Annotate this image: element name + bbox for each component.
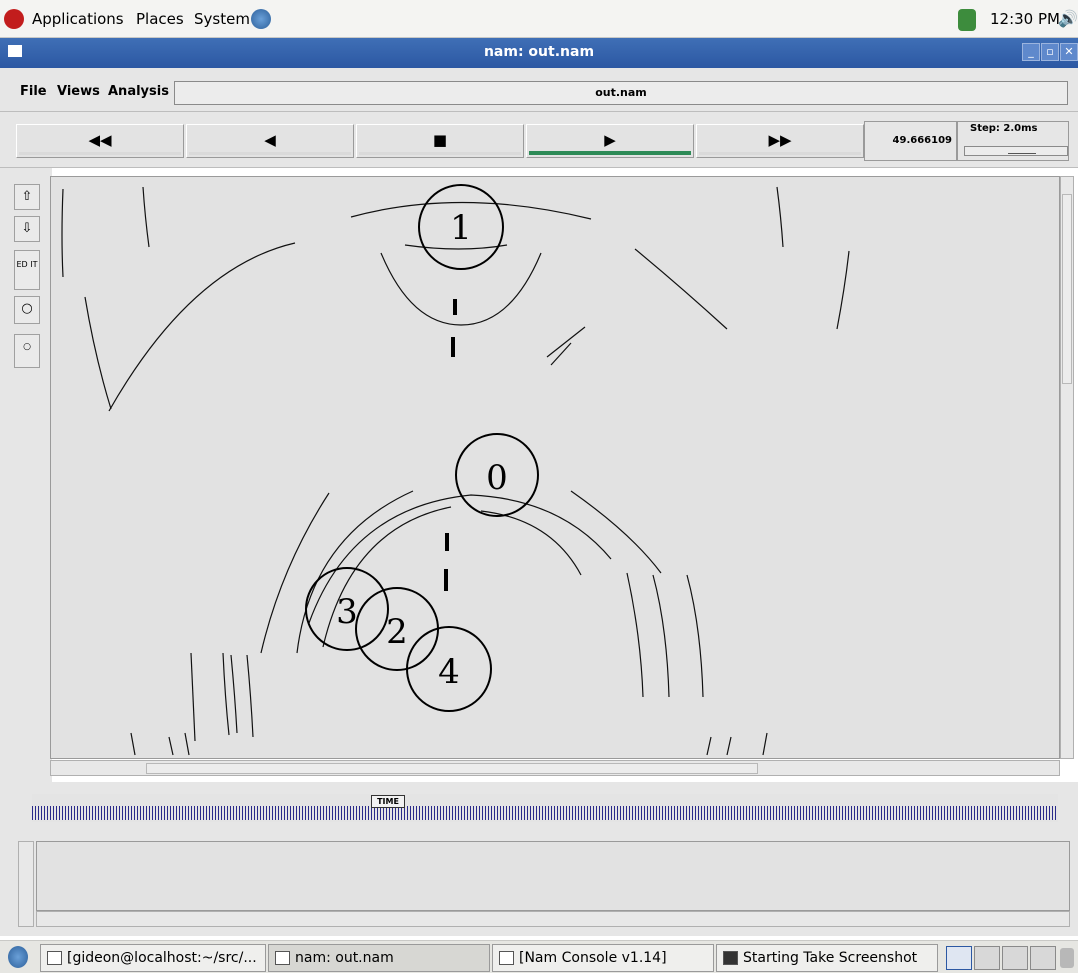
timeline-ticks [32,806,1058,820]
node-label-3: 3 [336,592,358,632]
range-arc [546,326,586,358]
node-label-1: 1 [450,208,472,248]
range-arc [836,250,850,330]
maximize-button[interactable]: ▫ [1041,43,1059,61]
trash-icon[interactable] [1060,948,1074,968]
update-notifier-icon[interactable] [958,9,976,31]
node-label-4: 4 [438,652,460,692]
range-arc [652,574,670,698]
step-slider-knob[interactable] [1008,148,1036,154]
time-slider-handle[interactable]: TIME [371,795,405,808]
canvas-horizontal-scroll-thumb[interactable] [146,763,758,774]
workspace-3[interactable] [1002,946,1028,970]
window-icon [499,951,514,965]
topology-drawing: 1 0 3 2 4 [61,184,850,756]
window-title-bar[interactable]: nam: out.nam _ ▫ ✕ [0,38,1078,68]
step-label: Step: 2.0ms [970,123,1038,134]
node-labels: 1 0 3 2 4 [336,208,508,692]
places-menu[interactable]: Places [136,10,184,28]
file-menu[interactable]: File [20,84,47,99]
range-arc [762,732,768,756]
volume-icon[interactable]: 🔊 [1058,9,1078,28]
system-menu[interactable]: System [194,10,250,28]
range-arc [570,490,662,574]
range-arc [142,186,150,248]
node-label-2: 2 [386,612,408,652]
trace-file-display: out.nam [174,81,1068,105]
camera-icon [723,951,738,965]
range-arc [634,248,728,330]
workspace-2[interactable] [974,946,1000,970]
analysis-menu[interactable]: Analysis [108,84,169,99]
fast-rewind-button[interactable]: ◀◀ [16,124,184,158]
views-menu[interactable]: Views [57,84,100,99]
range-arc [246,654,254,738]
redhat-logo-icon[interactable] [4,9,24,29]
packet-traffic [444,299,457,591]
zoom-out-icon[interactable]: ⇩ [14,216,40,242]
range-arc [130,732,136,756]
range-arc [84,296,112,410]
play-button[interactable]: ▶ [526,124,694,158]
show-desktop-icon[interactable] [8,946,28,968]
clock[interactable]: 12:30 PM [990,10,1060,28]
range-arc [686,574,704,698]
range-arc [61,188,64,278]
window-icon [275,951,290,965]
range-arc [184,732,190,756]
taskbar-nam-console[interactable]: [Nam Console v1.14] [492,944,714,972]
range-arc [230,654,238,734]
range-arc [776,186,784,248]
node-size-small-icon[interactable]: ○ [14,334,40,368]
workspace-1[interactable] [946,946,972,970]
range-arc [168,736,174,756]
canvas-vertical-scroll-thumb[interactable] [1062,194,1072,384]
range-arc [222,652,230,736]
fast-forward-button[interactable]: ▶▶ [696,124,864,158]
nodes [305,184,539,712]
annotation-vertical-scrollbar[interactable] [18,841,34,927]
annotation-horizontal-scrollbar[interactable] [36,911,1070,927]
workspace-4[interactable] [1030,946,1056,970]
range-arc [626,572,644,698]
node-label-0: 0 [486,458,508,498]
zoom-in-icon[interactable]: ⇧ [14,184,40,210]
range-arc [706,736,712,756]
range-arc [380,252,542,326]
range-arc [108,242,296,412]
rewind-button[interactable]: ◀ [186,124,354,158]
range-arc [726,736,732,756]
network-globe-icon[interactable] [251,9,271,29]
node-size-large-icon[interactable]: ○ [14,296,40,324]
taskbar-terminal[interactable]: [gideon@localhost:~/src/... [40,944,266,972]
range-arc [190,652,196,742]
current-time-display: 49.666109 [864,121,957,161]
minimize-button[interactable]: _ [1022,43,1040,61]
animation-canvas[interactable]: 1 0 3 2 4 [50,176,1060,759]
window-title: nam: out.nam [483,44,595,60]
close-button[interactable]: ✕ [1060,43,1078,61]
range-arc [260,492,330,654]
taskbar-screenshot[interactable]: Starting Take Screenshot [716,944,938,972]
edit-button[interactable]: ED IT [14,250,40,290]
terminal-icon [47,951,62,965]
annotation-text-area[interactable] [36,841,1070,911]
taskbar-nam-window[interactable]: nam: out.nam [268,944,490,972]
applications-menu[interactable]: Applications [32,10,124,28]
stop-button[interactable]: ■ [356,124,524,158]
